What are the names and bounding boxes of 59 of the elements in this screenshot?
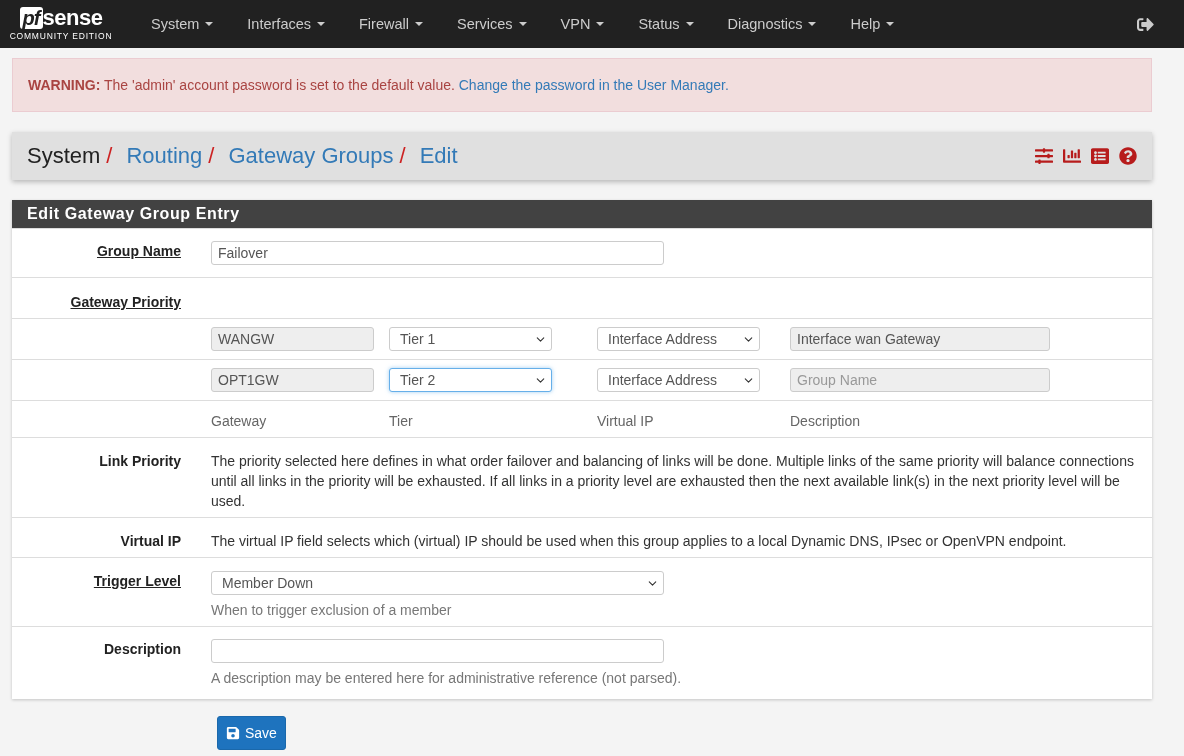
caret-icon	[414, 22, 423, 26]
nav-menu[interactable]: Interfaces	[232, 16, 340, 32]
nav-menu[interactable]: Help	[835, 16, 910, 32]
virtual-ip-select[interactable]: Interface Address	[597, 368, 760, 392]
column-header: Tier	[389, 413, 414, 429]
field-label: Description	[104, 640, 181, 659]
logout-icon[interactable]	[1137, 15, 1154, 33]
tier-select[interactable]: Tier 1	[389, 327, 552, 351]
bar-chart-icon[interactable]	[1063, 147, 1081, 165]
nav-menu[interactable]: Status	[623, 16, 709, 32]
column-header: Description	[790, 413, 862, 429]
nav-menu[interactable]: Diagnostics	[712, 16, 832, 32]
caret-icon	[205, 22, 214, 26]
field-label: Group Name	[97, 242, 181, 261]
info-text: The virtual IP field selects which (virtual) IP should be used when this group applies to a local Dynamic DNS, IPsec or OpenVPN endpoint.	[211, 532, 1068, 551]
logo-edition: COMMUNITY EDITION	[9, 31, 113, 41]
warning-text: The 'admin' account password is set to the default value.	[103, 77, 455, 93]
field-label: Virtual IP	[120, 532, 181, 551]
description-field[interactable]: Group Name	[790, 368, 1050, 392]
field-label: Gateway Priority	[70, 293, 181, 312]
breadcrumb-separator: /	[399, 143, 406, 169]
trigger-select[interactable]: Member Down	[211, 571, 664, 595]
logo-word[interactable]: sense	[42, 7, 103, 29]
help-text: When to trigger exclusion of a member	[211, 601, 453, 619]
help-icon[interactable]	[1119, 147, 1137, 165]
nav-menu[interactable]: Firewall	[344, 16, 438, 32]
caret-icon	[886, 22, 895, 26]
caret-icon	[808, 22, 817, 26]
list-icon[interactable]	[1091, 147, 1109, 165]
column-header: Gateway	[211, 413, 268, 429]
caret-icon	[596, 22, 605, 26]
text-field[interactable]: Failover	[211, 241, 664, 265]
description-field[interactable]: Interface wan Gateway	[790, 327, 1050, 351]
help-text: A description may be entered here for administrative reference (not parsed).	[211, 669, 683, 687]
virtual-ip-select[interactable]: Interface Address	[597, 327, 760, 351]
warning-label: WARNING:	[28, 77, 101, 93]
breadcrumb-separator: /	[208, 143, 215, 169]
caret-icon	[518, 22, 527, 26]
caret-icon	[317, 22, 325, 26]
save-button[interactable]: Save	[217, 716, 286, 750]
nav-menu[interactable]: VPN	[545, 16, 620, 32]
panel-title: Edit Gateway Group Entry	[12, 200, 1152, 228]
field-label: Trigger Level	[93, 572, 181, 591]
breadcrumb-separator: /	[106, 143, 113, 169]
info-text: The priority selected here defines in what order failover and balancing of links will be done. Multiple links of the same priority will balance connections until all links in the priority will be exhausted. If all links in a priority level are exhausted then the next available link(s) in the next priority level will be used.	[211, 452, 1135, 511]
gateway-field[interactable]: WANGW	[211, 327, 374, 351]
field-label: Link Priority	[99, 452, 181, 471]
nav-menu[interactable]: System	[136, 16, 229, 32]
logo-mark[interactable]: pf	[19, 7, 43, 29]
save-icon	[226, 726, 240, 740]
user-manager-link[interactable]: Change the password in the User Manager.	[458, 77, 729, 93]
gateway-field[interactable]: OPT1GW	[211, 368, 374, 392]
nav-menu[interactable]: Services	[441, 16, 542, 32]
caret-icon	[685, 22, 694, 26]
breadcrumb-item: System	[27, 143, 101, 169]
column-header: Virtual IP	[597, 413, 655, 429]
sliders-icon[interactable]	[1035, 147, 1053, 165]
tier-select[interactable]: Tier 2	[389, 368, 552, 392]
text-field[interactable]	[211, 639, 664, 663]
